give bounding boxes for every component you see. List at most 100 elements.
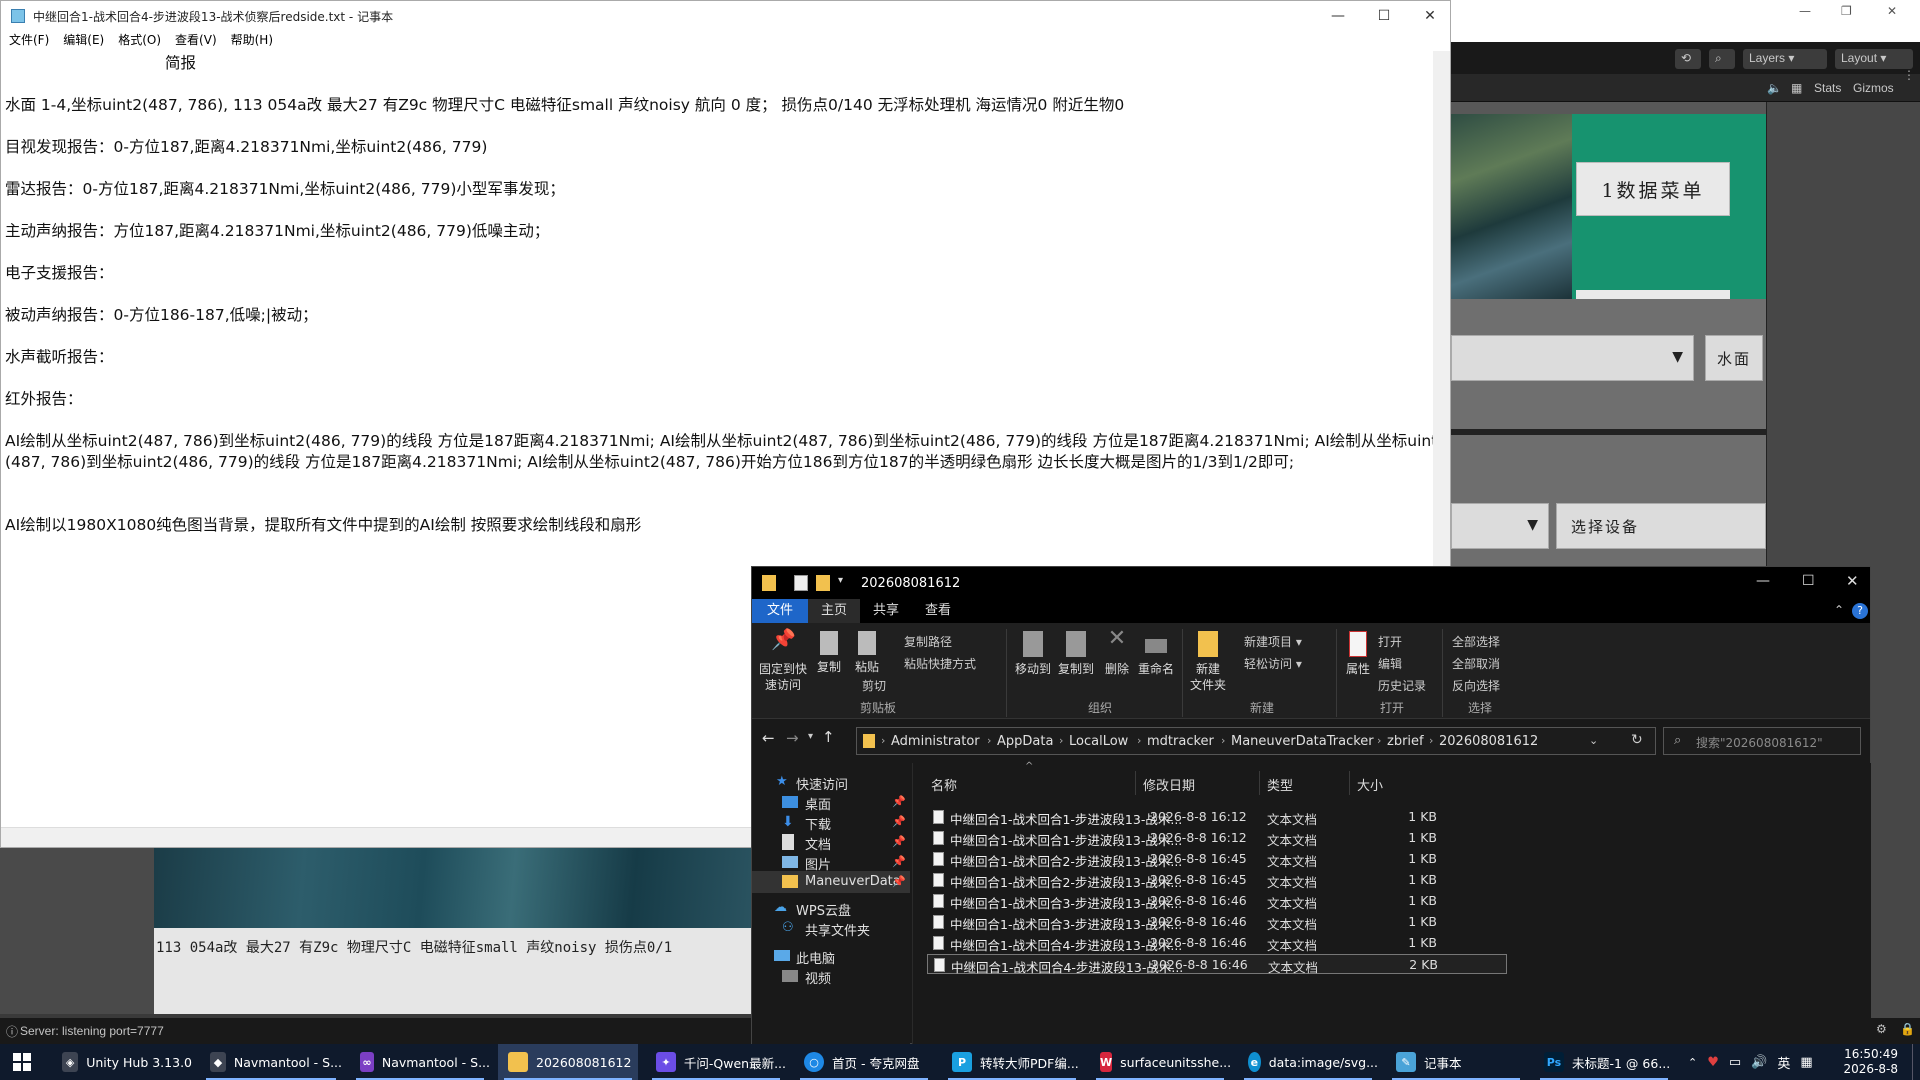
- menu-view[interactable]: 查看(V): [175, 31, 217, 51]
- taskbar-item-pdf[interactable]: P 转转大师PDF编...: [942, 1044, 1082, 1080]
- taskbar-item-quark[interactable]: ○ 首页 - 夸克网盘: [794, 1044, 934, 1080]
- up-arrow-icon[interactable]: ↑: [822, 728, 835, 746]
- search-icon[interactable]: ⌕: [1709, 49, 1735, 69]
- gizmos-button[interactable]: Gizmos: [1853, 81, 1894, 95]
- taskbar-item-qwen[interactable]: ✦ 千问-Qwen最新...: [646, 1044, 786, 1080]
- pin-icon[interactable]: 📌: [892, 795, 906, 808]
- nav-quick-access[interactable]: ★ 快速访问: [752, 771, 910, 793]
- bug-icon[interactable]: ⚙: [1876, 1022, 1887, 1036]
- paste-shortcut-button[interactable]: 粘贴快捷方式: [904, 655, 976, 672]
- taskbar-item-wps[interactable]: W surfaceunitsshe...: [1090, 1044, 1231, 1080]
- data-menu-button[interactable]: 1数据菜单: [1576, 162, 1730, 216]
- paste-button[interactable]: 粘贴: [850, 631, 884, 675]
- taskbar-item-edge[interactable]: e data:image/svg...: [1238, 1044, 1378, 1080]
- breadcrumb-item[interactable]: LocalLow: [1069, 734, 1128, 749]
- recent-locations-icon[interactable]: ▾: [808, 731, 813, 742]
- breadcrumb-item[interactable]: Administrator: [891, 734, 980, 749]
- easy-access-button[interactable]: 轻松访问 ▾: [1244, 655, 1302, 672]
- antivirus-icon[interactable]: ♥: [1707, 1055, 1719, 1070]
- unit-dropdown[interactable]: ▼: [1451, 335, 1694, 381]
- nav-wps-cloud[interactable]: ☁ WPS云盘: [752, 897, 910, 919]
- quick-access-dropdown-icon[interactable]: ▾: [838, 575, 843, 586]
- nav-shared-folder[interactable]: ⚇ 共享文件夹: [752, 917, 910, 939]
- more-icon[interactable]: ⋮: [1903, 68, 1915, 82]
- tab-share[interactable]: 共享: [860, 599, 912, 623]
- select-none-button[interactable]: 全部取消: [1452, 655, 1500, 672]
- move-to-button[interactable]: 移动到: [1014, 631, 1052, 677]
- new-item-button[interactable]: 新建项目 ▾: [1244, 633, 1302, 650]
- breadcrumb-item[interactable]: ManeuverDataTracker: [1231, 734, 1374, 749]
- taskbar-item-photoshop[interactable]: Ps 未标题-1 @ 66...: [1534, 1044, 1674, 1080]
- new-folder-icon[interactable]: [816, 575, 830, 591]
- column-name[interactable]: 名称: [931, 775, 957, 794]
- file-row[interactable]: 中继回合1-战术回合4-步进波段13-战术... 2026-8-8 16:46 …: [927, 933, 1507, 953]
- close-button[interactable]: ✕: [1846, 572, 1859, 590]
- volume-icon[interactable]: 🔊: [1751, 1055, 1767, 1070]
- restore-button[interactable]: ❐: [1841, 4, 1852, 18]
- breadcrumb-item[interactable]: mdtracker: [1147, 734, 1214, 749]
- show-desktop-button[interactable]: [1912, 1044, 1920, 1080]
- menu-edit[interactable]: 编辑(E): [63, 31, 104, 51]
- nav-documents[interactable]: 文档 📌: [752, 831, 910, 853]
- file-row[interactable]: 中继回合1-战术回合2-步进波段13-战术... 2026-8-8 16:45 …: [927, 870, 1507, 890]
- taskbar-item-notepad[interactable]: ✎ 记事本: [1386, 1044, 1526, 1080]
- history-button[interactable]: 历史记录: [1378, 677, 1426, 694]
- start-button[interactable]: [0, 1044, 44, 1080]
- new-folder-button[interactable]: 新建 文件夹: [1188, 631, 1228, 693]
- tab-home[interactable]: 主页: [808, 599, 860, 623]
- forward-arrow-icon[interactable]: →: [786, 729, 799, 747]
- nav-desktop[interactable]: 桌面 📌: [752, 791, 910, 813]
- collapse-ribbon-icon[interactable]: ⌃: [1834, 603, 1844, 617]
- breadcrumb-item[interactable]: 202608081612: [1439, 734, 1538, 749]
- properties-button[interactable]: 属性: [1342, 631, 1374, 677]
- taskbar-item-explorer[interactable]: 202608081612: [498, 1044, 638, 1080]
- nav-maneuverdata[interactable]: ManeuverData 📌: [752, 871, 910, 893]
- minimize-button[interactable]: —: [1756, 573, 1770, 589]
- chevron-down-icon[interactable]: ⌄: [1589, 734, 1598, 747]
- maximize-button[interactable]: ☐: [1361, 1, 1407, 31]
- tab-view[interactable]: 查看: [912, 599, 964, 623]
- nav-pictures[interactable]: 图片 📌: [752, 851, 910, 873]
- pin-icon[interactable]: 📌: [892, 835, 906, 848]
- stats-button[interactable]: Stats: [1814, 81, 1841, 95]
- history-icon[interactable]: ⟲: [1675, 49, 1701, 69]
- column-type[interactable]: 类型: [1267, 775, 1293, 794]
- clock[interactable]: 16:50:49 2026-8-8: [1838, 1044, 1898, 1080]
- column-date[interactable]: 修改日期: [1143, 775, 1195, 794]
- pin-quick-access-button[interactable]: 📌 固定到快 速访问: [758, 629, 808, 693]
- taskbar-item-unity[interactable]: ◆ Navmantool - S...: [200, 1044, 342, 1080]
- edit-button[interactable]: 编辑: [1378, 655, 1402, 672]
- chevron-up-icon[interactable]: ⌃: [1688, 1056, 1697, 1069]
- nav-this-pc[interactable]: 此电脑: [752, 945, 910, 967]
- refresh-icon[interactable]: ↻: [1631, 732, 1643, 748]
- file-row[interactable]: 中继回合1-战术回合3-步进波段13-战术... 2026-8-8 16:46 …: [927, 891, 1507, 911]
- file-row[interactable]: 中继回合1-战术回合1-步进波段13-战术... 2026-8-8 16:12 …: [927, 807, 1507, 827]
- tab-file[interactable]: 文件: [752, 599, 808, 623]
- select-all-button[interactable]: 全部选择: [1452, 633, 1500, 650]
- pin-icon[interactable]: 📌: [892, 855, 906, 868]
- close-button[interactable]: ✕: [1407, 1, 1453, 31]
- file-row[interactable]: 中继回合1-战术回合3-步进波段13-战术... 2026-8-8 16:46 …: [927, 912, 1507, 932]
- taskbar-item-visual-studio[interactable]: ∞ Navmantool - S...: [350, 1044, 490, 1080]
- network-icon[interactable]: ▭: [1729, 1055, 1741, 1070]
- select-device-button[interactable]: 选择设备: [1556, 503, 1766, 549]
- nav-downloads[interactable]: ⬇ 下载 📌: [752, 811, 910, 833]
- menu-format[interactable]: 格式(O): [118, 31, 161, 51]
- pin-icon[interactable]: 📌: [892, 875, 906, 888]
- layout-dropdown[interactable]: Layout ▾: [1835, 49, 1913, 69]
- taskbar-item-unity-hub[interactable]: ◈ Unity Hub 3.13.0: [52, 1044, 192, 1080]
- minimize-button[interactable]: —: [1799, 4, 1811, 18]
- lock-icon[interactable]: 🔒: [1900, 1022, 1915, 1036]
- open-button[interactable]: 打开: [1378, 633, 1402, 650]
- help-icon[interactable]: ?: [1852, 603, 1868, 619]
- column-size[interactable]: 大小: [1357, 775, 1383, 794]
- file-row-selected[interactable]: 中继回合1-战术回合4-步进波段13-战术... 2026-8-8 16:46 …: [927, 954, 1507, 975]
- copy-path-button[interactable]: 复制路径: [904, 633, 952, 650]
- delete-button[interactable]: ✕ 删除: [1102, 628, 1132, 677]
- search-input[interactable]: ⌕ 搜索"202608081612": [1663, 727, 1861, 755]
- close-button[interactable]: ✕: [1887, 4, 1897, 18]
- invert-selection-button[interactable]: 反向选择: [1452, 677, 1500, 694]
- display-icon[interactable]: ▦: [1791, 81, 1802, 95]
- copy-button[interactable]: 复制: [812, 631, 846, 675]
- nav-videos[interactable]: 视频: [752, 965, 910, 987]
